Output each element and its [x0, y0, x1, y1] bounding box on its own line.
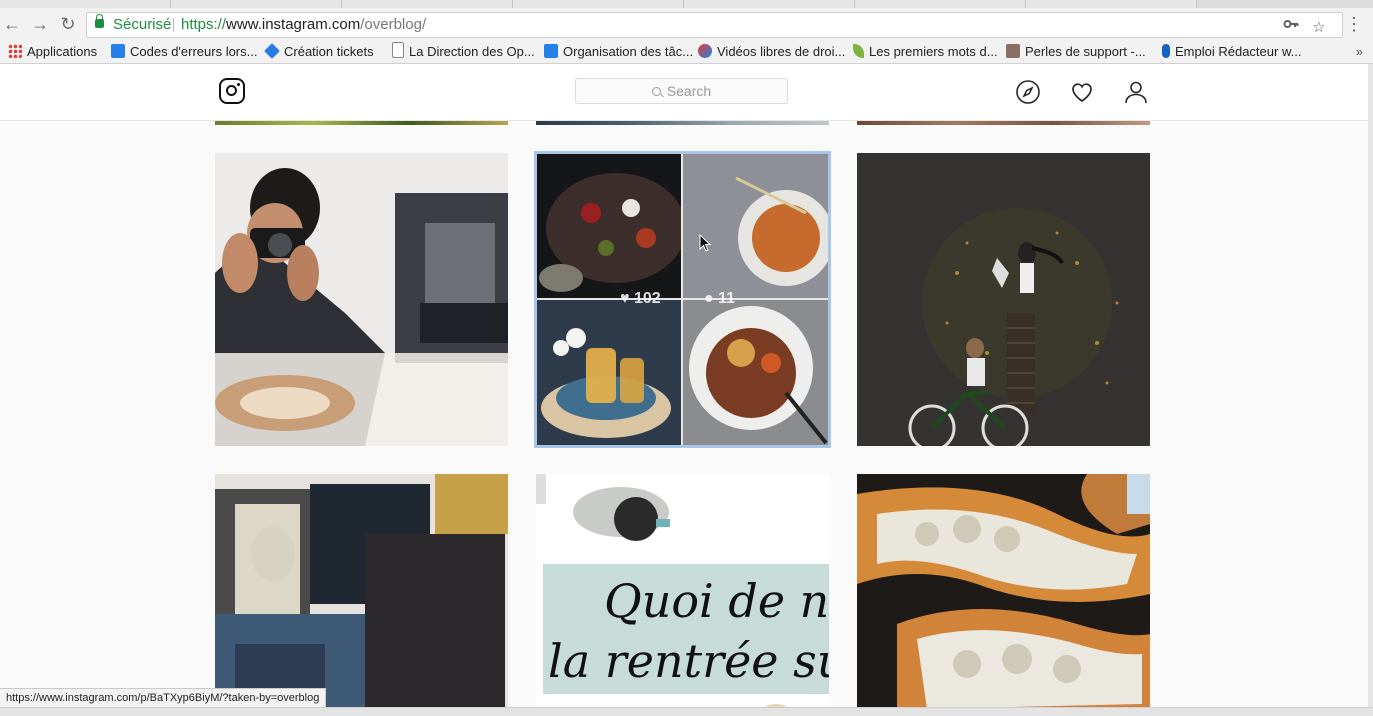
- browser-tab[interactable]: [684, 0, 855, 8]
- page-icon: [392, 42, 404, 58]
- url-path: /overblog/: [360, 16, 427, 33]
- address-bar[interactable]: Sécurisé https://www.instagram.com/overb…: [86, 12, 1343, 38]
- photo-butternut: [857, 474, 1150, 707]
- jira-icon: [264, 43, 280, 59]
- photo-illustration: [857, 153, 1150, 446]
- forward-icon[interactable]: →: [30, 14, 50, 34]
- bookmark-label: Vidéos libres de droi...: [717, 44, 846, 59]
- security-label: Sécurisé: [113, 16, 172, 33]
- video-site-icon: [698, 44, 712, 58]
- profile-icon[interactable]: [1123, 79, 1149, 105]
- address-separator: [173, 18, 174, 32]
- bookmark-label: Organisation des tâc...: [563, 44, 694, 59]
- search-placeholder: Search: [666, 83, 712, 99]
- menu-icon[interactable]: ⋮: [1344, 14, 1364, 34]
- browser-tab[interactable]: [342, 0, 513, 8]
- url-host: www.instagram.com: [226, 16, 361, 33]
- bookmark-label: La Direction des Op...: [409, 44, 535, 59]
- browser-toolbar: ← → ↻ Sécurisé https://www.instagram.com…: [0, 8, 1373, 40]
- mouse-cursor-icon: [699, 234, 712, 252]
- instagram-logo-icon[interactable]: [219, 78, 245, 104]
- post-thumbnail-butternut[interactable]: [857, 474, 1150, 707]
- post-text-line1: Quoi de neuf p: [604, 574, 829, 628]
- back-icon[interactable]: ←: [2, 14, 22, 34]
- browser-tab[interactable]: [855, 0, 1026, 8]
- bookmark-organisation[interactable]: Organisation des tâc...: [544, 40, 693, 63]
- reload-icon[interactable]: ↻: [58, 14, 78, 34]
- site-icon: [1006, 44, 1020, 58]
- browser-tab[interactable]: [513, 0, 684, 8]
- status-bar-url: https://www.instagram.com/p/BaTXyp6BiyM/…: [0, 688, 327, 708]
- bookmark-creation-tickets[interactable]: Création tickets: [264, 40, 374, 63]
- comment-count: 11: [718, 290, 736, 307]
- url-scheme: https://: [181, 16, 227, 33]
- confluence-icon: [111, 44, 125, 58]
- bookmark-label: Codes d'erreurs lors...: [130, 44, 258, 59]
- browser-tab[interactable]: [171, 0, 342, 8]
- bookmark-label: Création tickets: [284, 44, 374, 59]
- bookmark-label: Emploi Rédacteur w...: [1175, 44, 1302, 59]
- post-thumbnail-illustration[interactable]: [857, 153, 1150, 446]
- bookmark-label: Perles de support -...: [1025, 44, 1146, 59]
- photo-food-collage: [536, 153, 829, 446]
- like-count-overlay: ♥ 102: [620, 290, 661, 307]
- bookmark-premiers-mots[interactable]: Les premiers mots d...: [853, 40, 998, 63]
- post-thumbnail-food-collage[interactable]: ♥ 102 ● 11: [534, 151, 831, 448]
- bookmark-perles-support[interactable]: Perles de support -...: [1006, 40, 1146, 63]
- photo-photographer: [215, 153, 508, 446]
- browser-tab[interactable]: [0, 0, 171, 8]
- browser-tab-strip: [0, 0, 1373, 8]
- heart-icon[interactable]: [1069, 79, 1095, 105]
- bookmarks-bar: Applications Codes d'erreurs lors... Cré…: [0, 40, 1373, 64]
- key-icon[interactable]: [1283, 16, 1299, 40]
- more-bookmarks-button[interactable]: »: [1356, 40, 1363, 63]
- confluence-icon: [544, 44, 558, 58]
- star-icon[interactable]: ☆: [1312, 16, 1325, 40]
- bookmark-label: Applications: [27, 44, 98, 59]
- apps-grid-icon: [8, 44, 22, 58]
- browser-tab[interactable]: [1026, 0, 1197, 8]
- url-text[interactable]: https://www.instagram.com/overblog/: [181, 13, 426, 37]
- leaf-icon: [853, 44, 864, 58]
- instagram-header: Search: [0, 64, 1368, 121]
- search-icon: [651, 87, 661, 96]
- bookmark-videos-libres[interactable]: Vidéos libres de droi...: [698, 40, 845, 63]
- bookmark-direction-op[interactable]: La Direction des Op...: [392, 40, 535, 63]
- comment-icon: ●: [704, 290, 714, 307]
- info-icon: [1162, 44, 1170, 58]
- post-thumbnail-photographer[interactable]: [215, 153, 508, 446]
- instagram-page: Search ♥ 102 ● 11 Quoi de n la rentrée s: [0, 64, 1368, 707]
- post-thumbnail-rentree[interactable]: Quoi de neuf p la rentrée sur Ove: [536, 474, 829, 707]
- bookmark-applications[interactable]: Applications: [8, 40, 97, 63]
- compass-icon[interactable]: [1015, 79, 1041, 105]
- bookmark-emploi-redacteur[interactable]: Emploi Rédacteur w...: [1162, 40, 1301, 63]
- like-count: 102: [633, 290, 661, 307]
- lock-icon: [95, 14, 104, 28]
- page-scrollbar[interactable]: [1368, 64, 1373, 707]
- comment-count-overlay: ● 11: [704, 290, 735, 308]
- search-input[interactable]: Search: [575, 78, 788, 104]
- photo-collectibles: [215, 474, 508, 707]
- bookmark-label: Les premiers mots d...: [869, 44, 998, 59]
- post-text-line2: la rentrée sur Ove: [548, 634, 829, 688]
- bookmark-codes-erreurs[interactable]: Codes d'erreurs lors...: [111, 40, 257, 63]
- post-thumbnail-collectibles[interactable]: [215, 474, 508, 707]
